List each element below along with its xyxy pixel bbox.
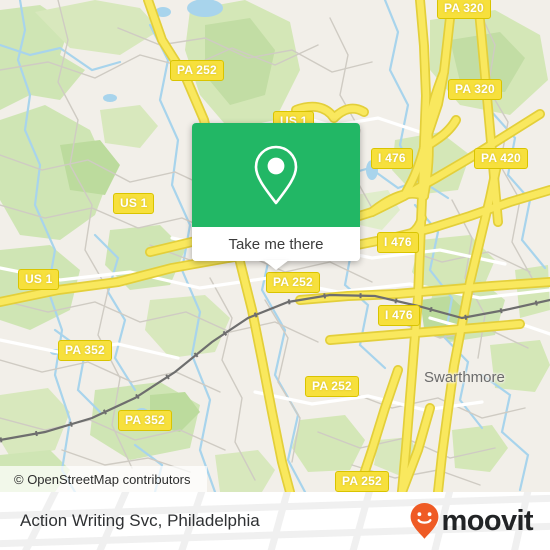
road-shield: US 1: [113, 193, 155, 214]
road-shield: PA 352: [58, 340, 112, 361]
take-me-there-button[interactable]: Take me there: [192, 227, 360, 261]
moovit-logo[interactable]: moovit: [409, 492, 534, 550]
footer-bar: Action Writing Svc, Philadelphia moovit: [0, 492, 550, 550]
map-pin-icon: [254, 145, 298, 205]
map-canvas[interactable]: PA 320 PA 252 PA 320 US 1 I 476 PA 420 U…: [0, 0, 550, 492]
road-shield: PA 252: [170, 60, 224, 81]
road-shield: PA 352: [118, 410, 172, 431]
road-shield: PA 320: [437, 0, 491, 19]
road-shield: I 476: [377, 232, 419, 253]
page-title-text: Action Writing Svc, Philadelphia: [20, 511, 260, 530]
map-screenshot: PA 320 PA 252 PA 320 US 1 I 476 PA 420 U…: [0, 0, 550, 550]
road-shield: PA 252: [266, 272, 320, 293]
road-shield: PA 420: [474, 148, 528, 169]
place-label-swarthmore: Swarthmore: [424, 369, 505, 386]
road-shield: I 476: [371, 148, 413, 169]
take-me-there-label: Take me there: [228, 235, 324, 253]
page-title: Action Writing Svc, Philadelphia: [20, 492, 260, 550]
road-shield: PA 252: [335, 471, 389, 492]
osm-attribution-text: © OpenStreetMap contributors: [14, 471, 191, 487]
road-shield: PA 252: [305, 376, 359, 397]
moovit-wordmark: moovit: [441, 504, 534, 537]
osm-attribution[interactable]: © OpenStreetMap contributors: [0, 466, 207, 492]
popup-header: [192, 123, 360, 227]
popup-pointer: [263, 260, 289, 270]
road-shield: I 476: [378, 305, 420, 326]
road-shield: US 1: [18, 269, 60, 290]
road-shield: PA 320: [448, 79, 502, 100]
location-popup-card[interactable]: Take me there: [192, 123, 360, 270]
moovit-pin-icon: [410, 503, 438, 539]
